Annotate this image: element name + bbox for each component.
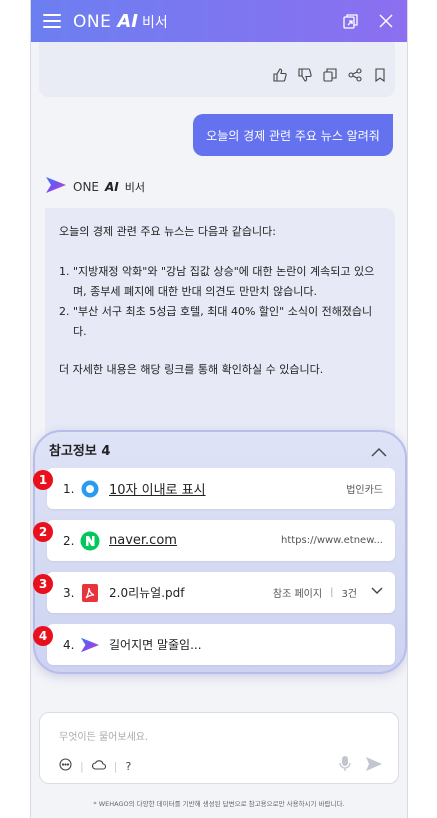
thumbs-up-icon[interactable]	[273, 68, 287, 82]
reference-name[interactable]: 길어지면 말줄임...	[109, 636, 202, 653]
pdf-icon	[79, 582, 101, 604]
microphone-icon[interactable]	[339, 756, 351, 776]
assistant-label-ai: AI	[105, 180, 119, 194]
card-circle-icon	[79, 478, 101, 500]
reference-name[interactable]: naver.com	[109, 533, 177, 548]
reference-panel: 참고정보 4 1. 10자 이내로 표시 법인카드 1 2. naver.com…	[33, 430, 407, 674]
assistant-logo-icon	[45, 176, 67, 198]
brand-title: ONE AI 비서	[73, 11, 168, 32]
assistant-label-one: ONE	[73, 180, 100, 194]
composer-tools: | | ?	[59, 758, 131, 774]
answer-intro: 오늘의 경제 관련 주요 뉴스는 다음과 같습니다:	[59, 225, 276, 238]
brand-one: ONE	[73, 11, 112, 32]
reference-number: 2.	[63, 533, 75, 548]
share-icon[interactable]	[348, 68, 362, 82]
marker-badge-2: 2	[33, 522, 53, 542]
disclaimer: * WEHAGO의 다양한 데이터를 기반해 생성된 답변으로 참고용으로만 사…	[93, 800, 345, 808]
composer: 무엇이든 물어보세요. | | ?	[39, 694, 399, 794]
reference-item-3[interactable]: 3. 2.0리뉴얼.pdf 참조 페이지 | 3건	[47, 572, 395, 613]
reference-name[interactable]: 2.0리뉴얼.pdf	[109, 584, 184, 601]
answer-list-item: "지방재정 악화"와 "강남 집값 상승"에 대한 논란이 계속되고 있으며, …	[73, 262, 381, 302]
marker-badge-1: 1	[33, 470, 53, 490]
reference-number: 4.	[63, 637, 75, 652]
reference-title: 참고정보 4	[49, 444, 111, 459]
cloud-icon[interactable]	[91, 759, 106, 773]
assistant-panel: ONE AI 비서 오늘의 경제 관련 주요 뉴스 알려줘 ONE AI 비서 …	[30, 0, 408, 818]
tool-divider: |	[80, 759, 84, 773]
tool-divider: |	[113, 759, 118, 773]
header: ONE AI 비서	[31, 0, 407, 42]
reference-name[interactable]: 10자 이내로 표시	[109, 479, 206, 498]
copy-icon[interactable]	[323, 68, 337, 82]
reference-meta: https://www.etnew...	[281, 535, 383, 546]
reference-meta-count: 3건	[341, 589, 357, 600]
reference-item-4[interactable]: 4. 길어지면 말줄임...	[47, 624, 395, 665]
assistant-logo-icon	[79, 634, 101, 656]
marker-badge-3: 3	[33, 574, 53, 594]
reference-meta-text: 참조 페이지	[272, 589, 323, 600]
chevron-down-icon[interactable]	[371, 587, 383, 598]
thumbs-down-icon[interactable]	[298, 68, 312, 82]
marker-badge-4: 4	[33, 626, 53, 646]
bookmark-icon[interactable]	[373, 68, 387, 82]
answer-list-item: "부산 서구 최초 5성급 호텔, 최대 40% 할인" 소식이 전해졌습니다.	[73, 302, 381, 342]
assistant-label-suffix: 비서	[124, 181, 146, 194]
popout-icon[interactable]	[341, 12, 359, 30]
reference-meta-text: https://www.etnew...	[280, 535, 383, 546]
send-button[interactable]	[365, 756, 383, 776]
answer-list: "지방재정 악화"와 "강남 집값 상승"에 대한 논란이 계속되고 있으며, …	[59, 262, 381, 342]
user-message-bubble: 오늘의 경제 관련 주요 뉴스 알려줘	[193, 114, 393, 156]
brand-ai: AI	[117, 10, 138, 32]
assistant-label: ONE AI 비서	[45, 176, 145, 198]
reference-number: 1.	[63, 481, 75, 496]
chevron-up-icon[interactable]	[371, 442, 387, 457]
message-input-placeholder: 무엇이든 물어보세요.	[59, 732, 149, 743]
naver-icon	[79, 530, 101, 552]
meta-divider: |	[330, 587, 334, 598]
chat-icon[interactable]	[59, 758, 72, 774]
menu-icon[interactable]	[43, 14, 61, 28]
reference-number: 3.	[63, 585, 75, 600]
reference-meta: 참조 페이지 | 3건	[273, 585, 383, 600]
answer-actions	[273, 68, 387, 82]
close-icon[interactable]	[377, 12, 395, 30]
reference-meta: 법인카드	[346, 481, 383, 496]
answer-outro: 더 자세한 내용은 해당 링크를 통해 확인하실 수 있습니다.	[59, 363, 324, 376]
help-button[interactable]: ?	[125, 760, 131, 773]
brand-suffix: 비서	[141, 14, 168, 31]
reference-item-1[interactable]: 1. 10자 이내로 표시 법인카드	[47, 468, 395, 509]
reference-meta-text: 법인카드	[346, 485, 383, 496]
reference-item-2[interactable]: 2. naver.com https://www.etnew...	[47, 520, 395, 561]
